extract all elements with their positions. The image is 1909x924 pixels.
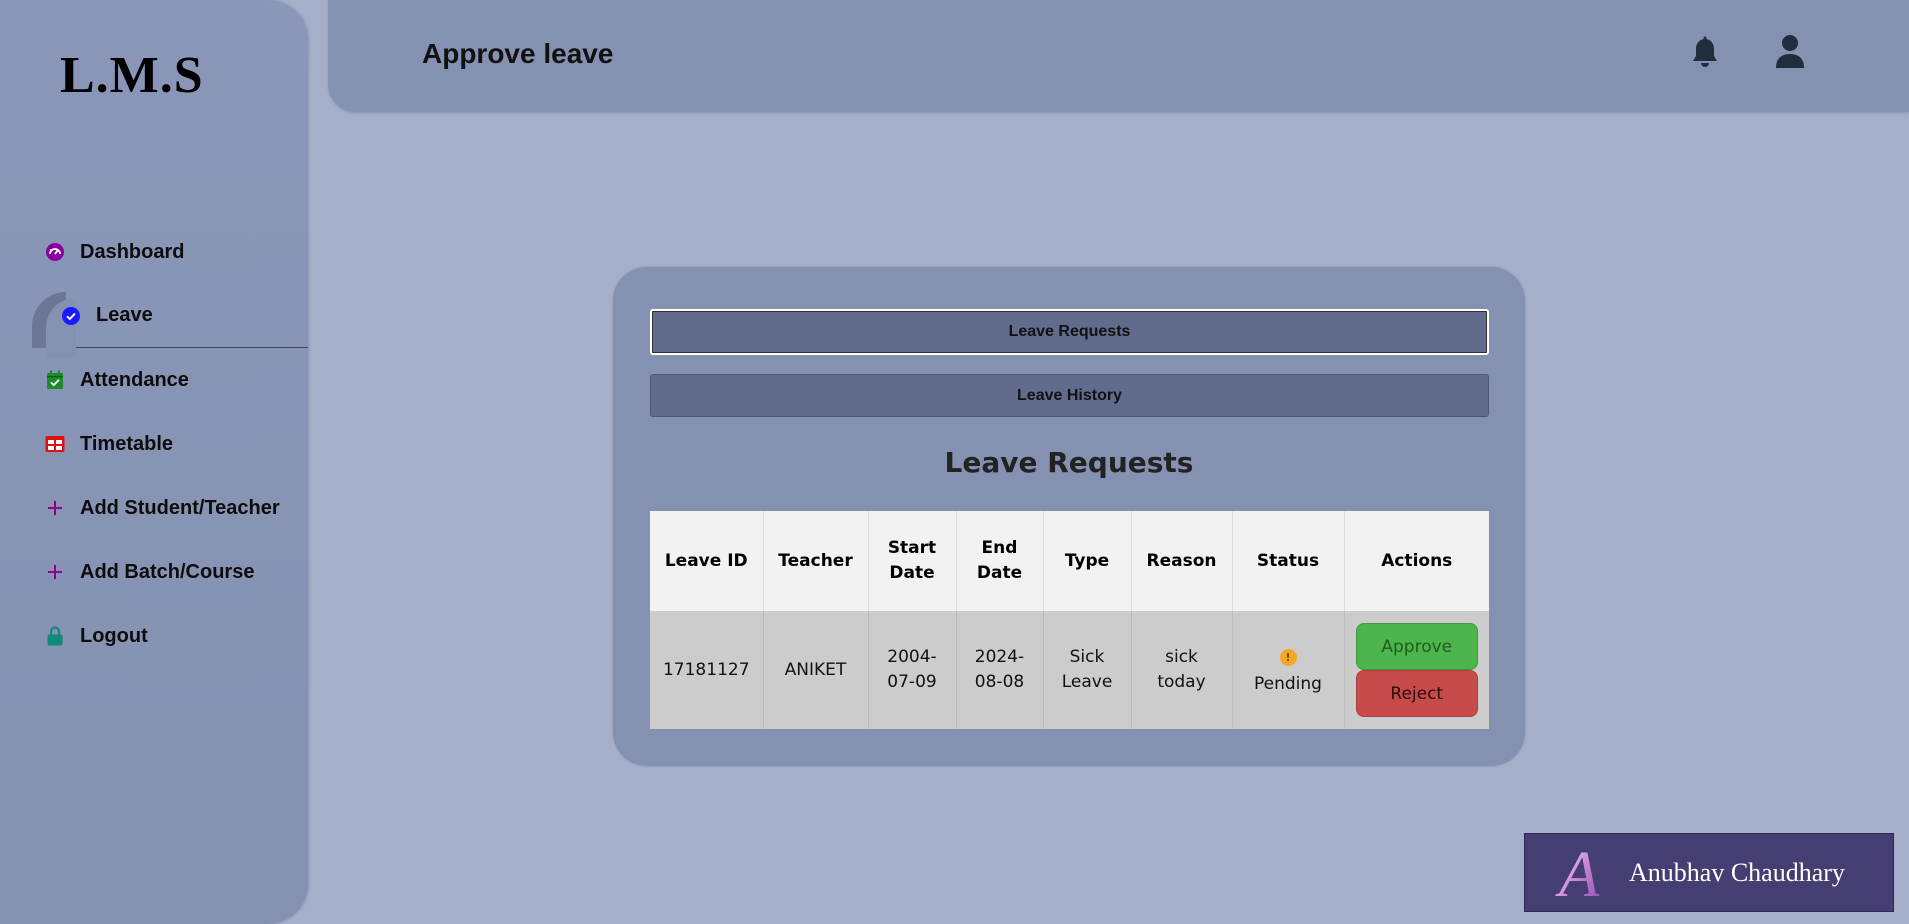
- status-cell: ! Pending: [1232, 611, 1345, 729]
- reason-cell: sick today: [1131, 611, 1233, 729]
- column-header: Type: [1043, 511, 1132, 611]
- sidebar-item-attendance[interactable]: Attendance: [0, 348, 308, 412]
- start-date-cell: 2004-07-09: [868, 611, 957, 729]
- sidebar-item-logout[interactable]: Logout: [0, 604, 308, 668]
- sidebar-item-label: Add Batch/Course: [80, 560, 255, 583]
- table-icon: [44, 433, 66, 455]
- column-header: Status: [1232, 511, 1345, 611]
- type-cell: Sick Leave: [1043, 611, 1132, 729]
- leave-requests-table: Leave ID Teacher Start Date End Date Typ…: [650, 511, 1489, 729]
- sidebar-item-add-student-teacher[interactable]: Add Student/Teacher: [0, 476, 308, 540]
- actions-cell: Approve Reject: [1344, 611, 1489, 729]
- author-initial-logo: A: [1553, 838, 1623, 911]
- plus-icon: [44, 561, 66, 583]
- author-initial-text: A: [1555, 842, 1600, 904]
- warning-icon: !: [1279, 648, 1297, 666]
- reject-button[interactable]: Reject: [1355, 670, 1478, 717]
- top-header: Approve leave: [328, 0, 1909, 112]
- sidebar-nav: Dashboard Leave Attendance Timetable Add…: [0, 220, 308, 668]
- calendar-check-icon: [44, 369, 66, 391]
- check-circle-icon: [60, 305, 82, 327]
- sidebar-item-dashboard[interactable]: Dashboard: [0, 220, 308, 284]
- column-header: Start Date: [868, 511, 957, 611]
- sidebar: L.M.S Dashboard Leave Attendance Timetab…: [0, 0, 308, 924]
- plus-icon: [44, 497, 66, 519]
- column-header: Leave ID: [650, 511, 764, 611]
- leave-id-cell: 17181127: [650, 611, 764, 729]
- teacher-cell: ANIKET: [763, 611, 869, 729]
- column-header: Reason: [1131, 511, 1233, 611]
- user-icon[interactable]: [1775, 34, 1805, 75]
- leave-panel: Leave Requests Leave History Leave Reque…: [613, 267, 1525, 766]
- column-header: Teacher: [763, 511, 869, 611]
- sidebar-item-label: Logout: [80, 624, 148, 647]
- page-title: Approve leave: [422, 38, 614, 69]
- bell-icon[interactable]: [1690, 36, 1720, 75]
- column-header: Actions: [1344, 511, 1489, 611]
- sidebar-item-label: Timetable: [80, 432, 173, 455]
- sidebar-item-label: Attendance: [80, 368, 189, 391]
- author-badge: A Anubhav Chaudhary: [1524, 833, 1894, 912]
- sidebar-item-add-batch-course[interactable]: Add Batch/Course: [0, 540, 308, 604]
- sidebar-item-label: Add Student/Teacher: [80, 496, 280, 519]
- table-header-row: Leave ID Teacher Start Date End Date Typ…: [650, 511, 1489, 611]
- section-title: Leave Requests: [944, 446, 1194, 479]
- app-logo: L.M.S: [60, 47, 204, 104]
- sidebar-item-label: Leave: [96, 304, 153, 326]
- sidebar-item-label: Dashboard: [80, 240, 185, 263]
- column-header: End Date: [956, 511, 1044, 611]
- author-name: Anubhav Chaudhary: [1629, 857, 1845, 887]
- sidebar-item-timetable[interactable]: Timetable: [0, 412, 308, 476]
- approve-button[interactable]: Approve: [1355, 623, 1478, 670]
- sidebar-item-leave[interactable]: Leave: [32, 284, 308, 358]
- leave-requests-button[interactable]: Leave Requests: [650, 309, 1489, 355]
- status-label: Pending: [1254, 673, 1322, 694]
- leave-history-button[interactable]: Leave History: [650, 374, 1489, 417]
- table-row: 17181127 ANIKET 2004-07-09 2024-08-08 Si…: [650, 611, 1489, 729]
- end-date-cell: 2024-08-08: [956, 611, 1044, 729]
- lock-icon: [44, 625, 66, 647]
- dashboard-icon: [44, 241, 66, 263]
